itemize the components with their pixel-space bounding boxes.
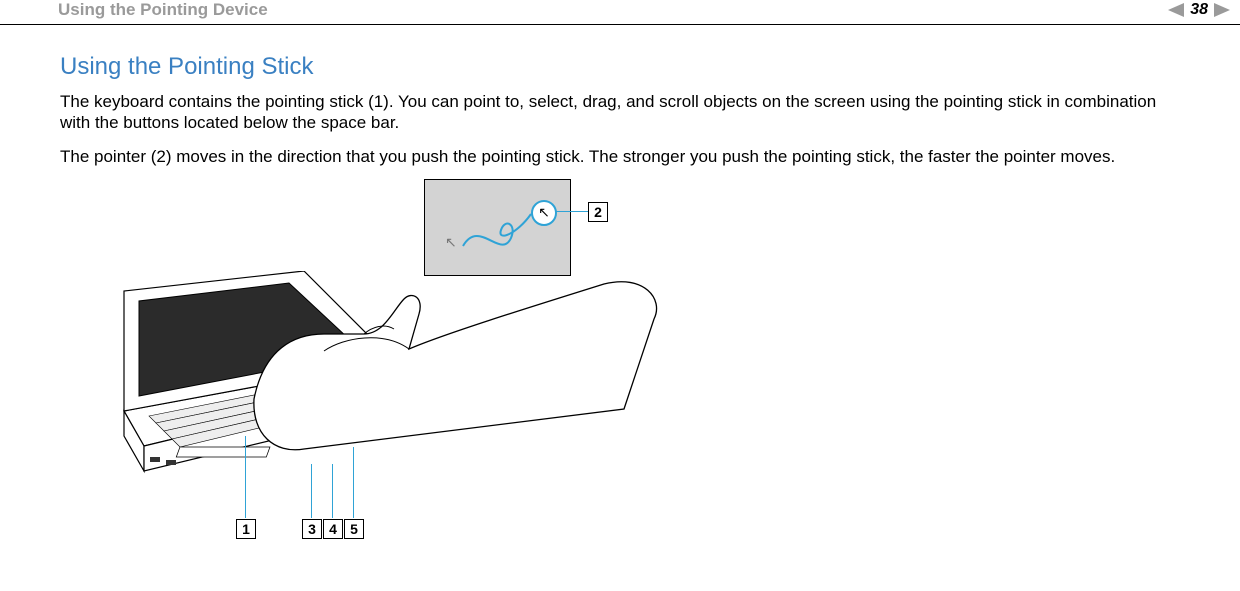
- callout-label-4: 4: [323, 519, 343, 539]
- chapter-title: Using the Pointing Device: [58, 0, 268, 20]
- callout-label-3: 3: [302, 519, 322, 539]
- callout-label-5: 5: [344, 519, 364, 539]
- callout-leader-2: [556, 211, 588, 212]
- page-header: Using the Pointing Device 38: [0, 0, 1240, 25]
- callout-label-2: 2: [588, 202, 608, 222]
- page-navigation: 38: [1168, 1, 1230, 19]
- screen-inset: ↖ ↖: [424, 179, 571, 276]
- cursor-highlight-icon: ↖: [531, 200, 557, 226]
- paragraph-2: The pointer (2) moves in the direction t…: [60, 146, 1180, 167]
- callout-leader-4: [332, 464, 333, 518]
- hand-illustration: [244, 279, 664, 469]
- figure: ↖ ↖ 2 1 3 4 5: [104, 179, 824, 539]
- callout-leader-3: [311, 464, 312, 518]
- callout-label-1: 1: [236, 519, 256, 539]
- prev-page-icon[interactable]: [1168, 3, 1184, 17]
- page-content: Using the Pointing Stick The keyboard co…: [0, 25, 1240, 539]
- cursor-path-icon: [461, 208, 535, 258]
- next-page-icon[interactable]: [1214, 3, 1230, 17]
- section-heading: Using the Pointing Stick: [60, 53, 1180, 81]
- cursor-ghost-icon: ↖: [445, 234, 457, 251]
- page-number: 38: [1190, 1, 1208, 19]
- paragraph-1: The keyboard contains the pointing stick…: [60, 91, 1180, 134]
